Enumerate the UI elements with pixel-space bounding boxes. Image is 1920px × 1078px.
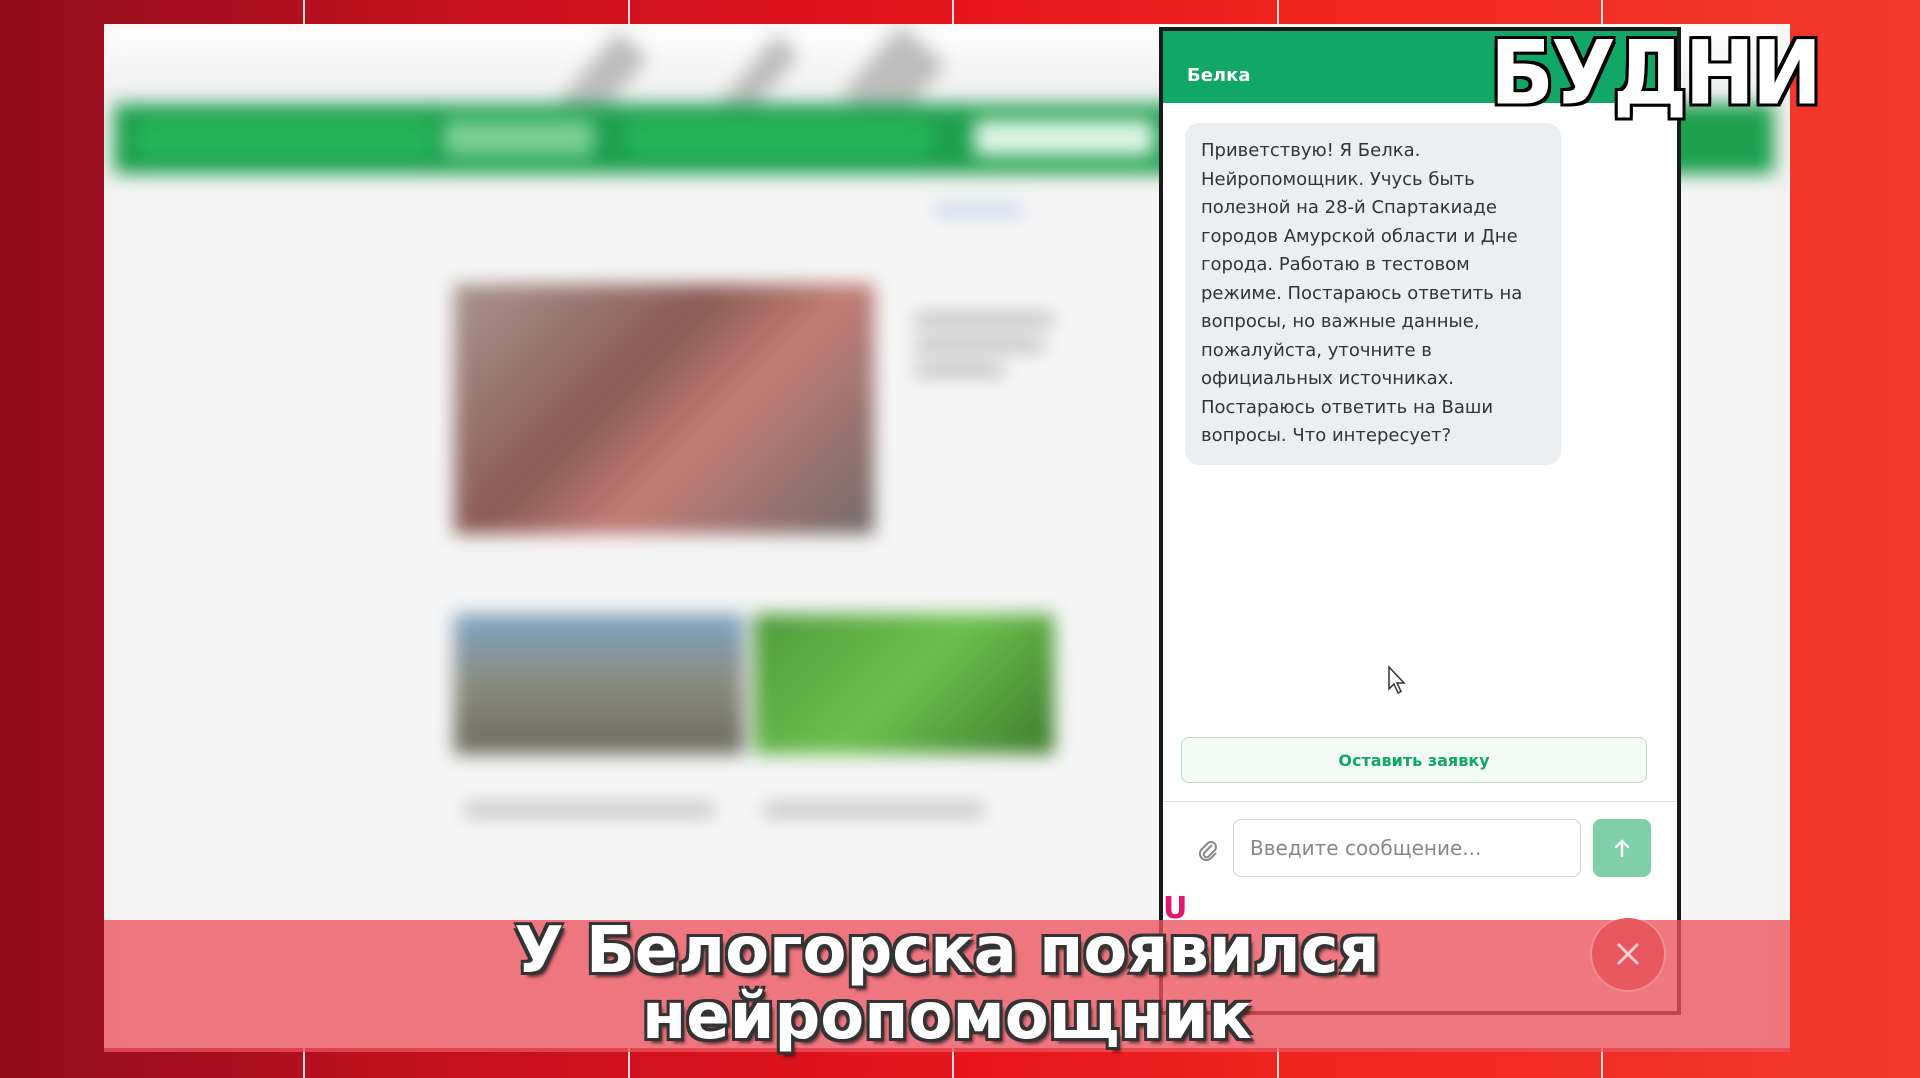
- leave-request-button[interactable]: Оставить заявку: [1181, 737, 1647, 783]
- message-input[interactable]: [1233, 819, 1581, 877]
- arrow-up-icon: [1614, 839, 1630, 858]
- caption-line-1: У Белогорска появился: [514, 914, 1380, 988]
- mouse-cursor-icon: [1388, 665, 1406, 695]
- chat-title: Белка: [1187, 65, 1251, 86]
- news-caption: У Белогорска появился нейропомощник: [104, 918, 1790, 1050]
- paperclip-icon[interactable]: [1197, 839, 1219, 869]
- chat-divider: [1163, 801, 1677, 802]
- program-logo: БУДНИ: [1490, 21, 1822, 125]
- send-button[interactable]: [1593, 819, 1651, 877]
- chat-widget: Белка Приветствую! Я Белка. Нейропомощни…: [1159, 27, 1681, 1015]
- bot-message: Приветствую! Я Белка. Нейропомощник. Учу…: [1185, 123, 1561, 465]
- caption-line-2: нейропомощник: [642, 980, 1252, 1054]
